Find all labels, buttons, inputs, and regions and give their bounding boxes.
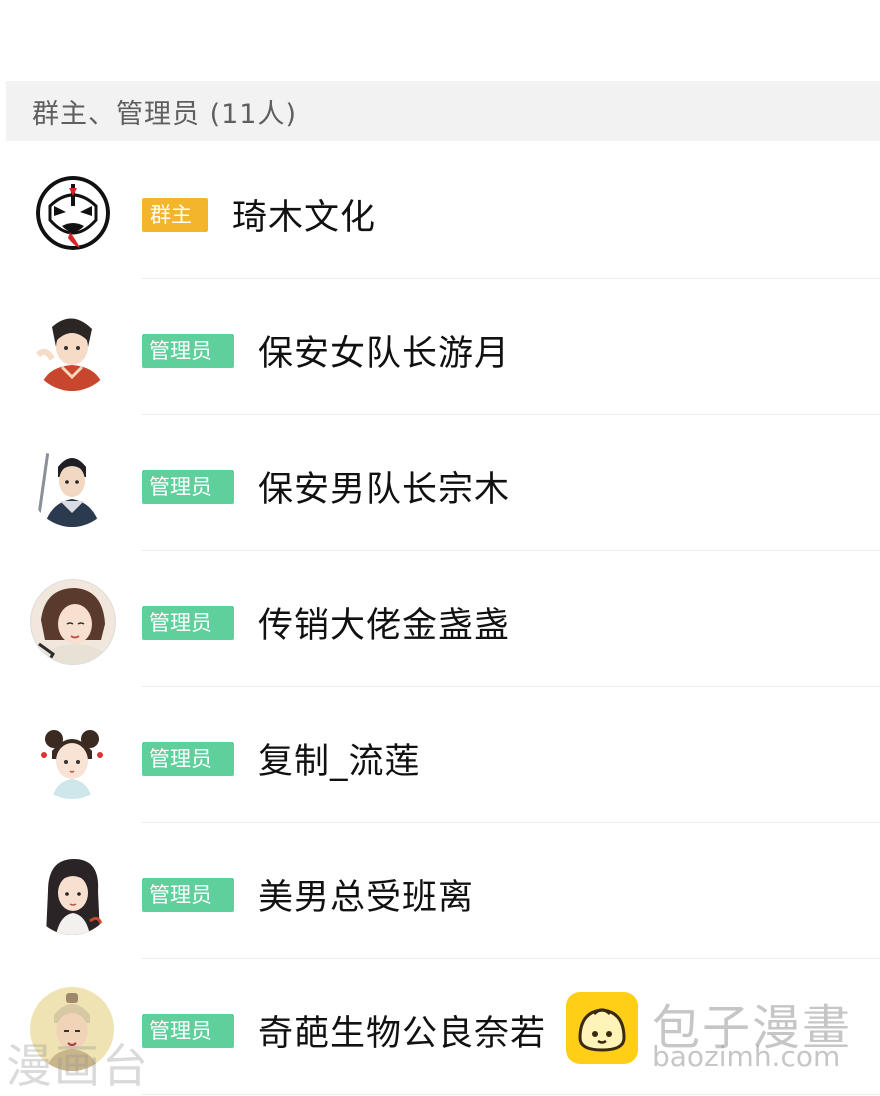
member-row[interactable]: 管理员 复制_流莲 [0,687,880,823]
row-divider [142,1094,880,1095]
owner-badge: 群主 [142,198,208,232]
man-sword-avatar [30,443,114,527]
bun-logo-icon [566,992,638,1064]
admin-section-title: 群主、管理员 (11人) [32,98,298,130]
woman-avatar [30,307,114,391]
admin-badge: 管理员 [142,334,234,368]
opera-mask-avatar [36,176,110,250]
member-row[interactable]: 管理员 保安女队长游月 [0,279,880,415]
member-name: 奇葩生物公良奈若 [258,1014,547,1054]
woman-avatar [30,579,116,665]
watermark-left: 漫画台 [6,1039,150,1093]
member-name: 琦木文化 [232,198,377,238]
member-name: 复制_流莲 [258,742,421,782]
member-row[interactable]: 管理员 美男总受班离 [0,823,880,959]
member-row[interactable]: 管理员 保安男队长宗木 [0,415,880,551]
admin-section-header: 群主、管理员 (11人) [6,81,880,141]
girl-buns-avatar [30,715,114,799]
long-hair-avatar [30,851,114,935]
member-row[interactable]: 群主 琦木文化 [0,143,880,279]
admin-badge: 管理员 [142,742,234,776]
watermark-url: baozimh.com [652,1040,841,1073]
member-name: 传销大佬金盏盏 [258,606,511,646]
member-row[interactable]: 管理员 传销大佬金盏盏 [0,551,880,687]
member-name: 保安女队长游月 [258,334,511,374]
admin-badge: 管理员 [142,470,234,504]
admin-badge: 管理员 [142,1014,234,1048]
member-name: 美男总受班离 [258,878,475,918]
admin-badge: 管理员 [142,878,234,912]
admin-badge: 管理员 [142,606,234,640]
member-name: 保安男队长宗木 [258,470,511,510]
